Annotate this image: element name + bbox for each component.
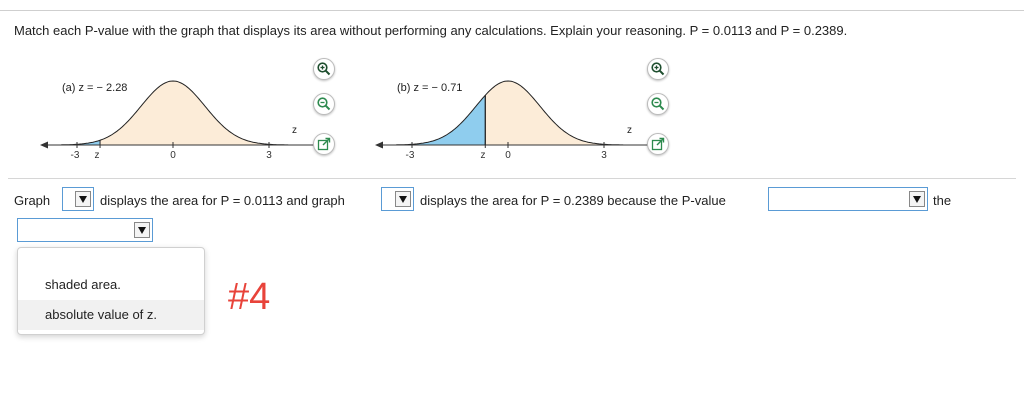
zoom-in-icon[interactable] xyxy=(647,58,669,80)
reason-dropdown-list: shaded area. absolute value of z. xyxy=(17,247,205,335)
graph-a-tick-neg3: -3 xyxy=(70,150,80,161)
graph-a-tick-3: 3 xyxy=(266,150,272,161)
graph-a-tick-0: 0 xyxy=(170,150,176,161)
option-absolute-value-z[interactable]: absolute value of z. xyxy=(18,300,204,330)
answer-text-graph: Graph xyxy=(14,193,51,208)
graph-a-axis-var: z xyxy=(292,125,297,136)
graph-b-tick-z: z xyxy=(480,150,486,161)
graph-a-tick-z: z xyxy=(94,150,100,161)
option-shaded-area[interactable]: shaded area. xyxy=(18,270,204,300)
zoom-in-icon[interactable] xyxy=(313,58,335,80)
graph-b-label: (b) z = − 0.71 xyxy=(397,82,463,94)
graph-b-axis-var: z xyxy=(627,125,632,136)
answer-text-middle: displays the area for P = 0.0113 and gra… xyxy=(100,193,345,208)
graph-a-plot xyxy=(40,80,324,149)
zoom-out-icon[interactable] xyxy=(647,93,669,115)
chevron-down-icon[interactable] xyxy=(134,222,150,238)
popout-icon[interactable] xyxy=(313,133,335,155)
zoom-out-icon[interactable] xyxy=(313,93,335,115)
graph-select-1[interactable] xyxy=(62,187,94,211)
graph-a-axis-left-arrow xyxy=(40,141,48,149)
top-rule xyxy=(0,10,1024,11)
graph-a: (a) z = − 2.28 z -3 z 0 3 xyxy=(38,66,338,166)
graph-b-tick-3: 3 xyxy=(601,150,607,161)
pvalue-relation-select[interactable] xyxy=(768,187,928,211)
answer-text-the: the xyxy=(933,193,952,208)
reason-select[interactable] xyxy=(17,218,153,242)
chevron-down-icon[interactable] xyxy=(395,191,411,207)
graph-a-label: (a) z = − 2.28 xyxy=(62,82,128,94)
chevron-down-icon[interactable] xyxy=(909,191,925,207)
answer-text-because: displays the area for P = 0.2389 because… xyxy=(420,193,726,208)
annotation-mark: #4 xyxy=(228,276,271,318)
graph-b-tick-0: 0 xyxy=(505,150,511,161)
graph-b: (b) z = − 0.71 z -3 z 0 3 xyxy=(373,66,673,166)
question-text: Match each P-value with the graph that d… xyxy=(14,23,848,38)
popout-icon[interactable] xyxy=(647,133,669,155)
graph-b-axis-left-arrow xyxy=(375,141,383,149)
graph-select-2[interactable] xyxy=(381,187,414,211)
section-divider xyxy=(8,178,1016,179)
chevron-down-icon[interactable] xyxy=(75,191,91,207)
graph-b-tick-neg3: -3 xyxy=(405,150,415,161)
graph-b-plot xyxy=(375,80,659,149)
